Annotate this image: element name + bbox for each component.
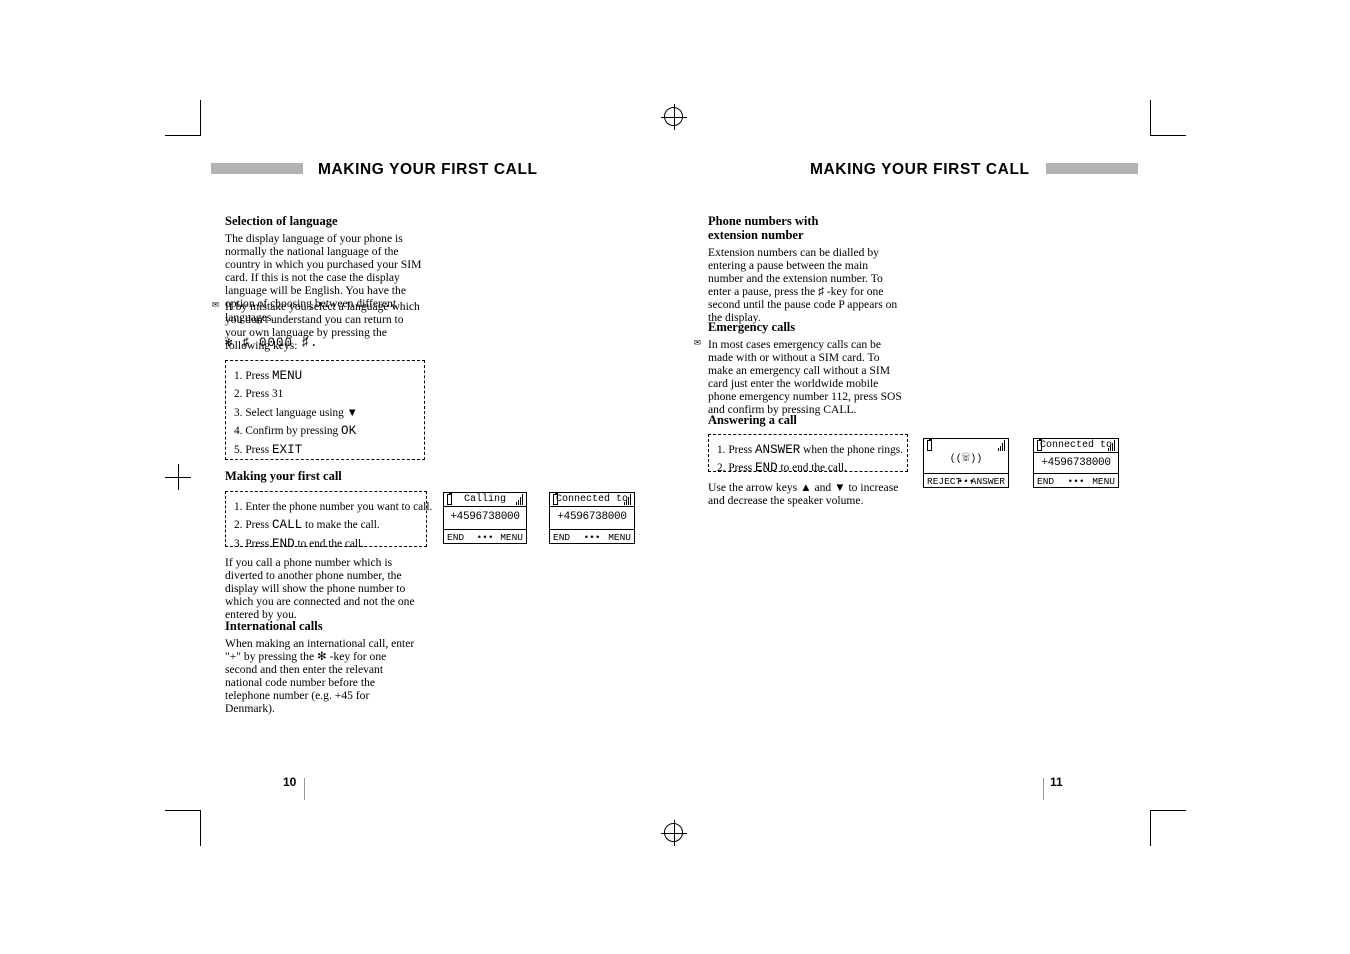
- display-status-line: Calling: [443, 492, 527, 507]
- heading-making-your-first-call: Making your first call: [225, 469, 342, 483]
- steps-box-language: 1. Press MENU 2. Press 31 3. Select lang…: [225, 360, 425, 460]
- softkey-center: •••: [1067, 476, 1085, 487]
- softkey-center: •••: [583, 532, 601, 543]
- steps-box-first-call: 1. Enter the phone number you want to ca…: [225, 491, 433, 551]
- right-header-bar: [1046, 163, 1138, 174]
- signal-icon: [998, 440, 1005, 451]
- key-sequence-language-reset: ✻ ♯ 0000 ♯.: [225, 336, 319, 350]
- phone-display-incoming-call: ((☏)) REJECT ••• ANSWER: [923, 438, 1009, 488]
- paragraph-diverted-call: If you call a phone number which is dive…: [225, 556, 415, 622]
- crop-mark: [1150, 135, 1186, 136]
- softkey-left: END: [1037, 476, 1055, 487]
- display-softkeys: END ••• MENU: [443, 529, 527, 544]
- display-status-line: Connected to: [549, 492, 635, 507]
- phone-display-connected-right: Connected to +4596738000 END ••• MENU: [1033, 438, 1119, 488]
- left-header-bar: [211, 163, 303, 174]
- display-status-line: Connected to: [1033, 438, 1119, 453]
- step-item: 3. Select language using ▼: [234, 406, 358, 419]
- step-item: 5. Press EXIT: [234, 442, 303, 457]
- display-number: +4596738000: [1041, 457, 1111, 469]
- right-page-header: MAKING YOUR FIRST CALL: [810, 161, 1030, 178]
- step-item: 1. Press ANSWER when the phone rings.: [717, 443, 903, 457]
- crop-mark: [200, 100, 201, 136]
- battery-icon: [553, 493, 558, 505]
- signal-icon: [624, 494, 631, 505]
- crop-mark: [1150, 810, 1186, 811]
- ringing-phone-icon: ((☏)): [949, 450, 983, 466]
- paragraph-emergency-calls: In most cases emergency calls can be mad…: [708, 338, 902, 417]
- display-softkeys: END ••• MENU: [549, 529, 635, 544]
- softkey-center: •••: [476, 532, 494, 543]
- step-item: 1. Press MENU: [234, 369, 303, 383]
- crop-mark: [178, 464, 179, 490]
- crop-mark: [1150, 100, 1151, 136]
- right-page-number: 11: [1050, 775, 1063, 789]
- step-item: 4. Confirm by pressing OK: [234, 424, 357, 439]
- softkey-left: END: [447, 532, 465, 543]
- phone-display-connected: Connected to +4596738000 END ••• MENU: [549, 492, 635, 544]
- manual-page-spread: MAKING YOUR FIRST CALL MAKING YOUR FIRST…: [0, 0, 1350, 954]
- gutter-line: [304, 778, 305, 800]
- heading-selection-of-language: Selection of language: [225, 214, 338, 228]
- left-page-header: MAKING YOUR FIRST CALL: [318, 161, 538, 178]
- registration-mark: [661, 820, 687, 846]
- softkey-right: MENU: [608, 532, 631, 543]
- paragraph-international-calls: When making an international call, enter…: [225, 637, 415, 716]
- heading-international-calls: International calls: [225, 619, 323, 633]
- signal-icon: [1108, 440, 1115, 451]
- heading-emergency-calls: Emergency calls: [708, 320, 796, 334]
- step-item: 2. Press CALL to make the call.: [234, 518, 380, 533]
- softkey-right: MENU: [1092, 476, 1115, 487]
- phone-display-calling: Calling +4596738000 END ••• MENU: [443, 492, 527, 544]
- display-number: +4596738000: [450, 511, 520, 523]
- registration-mark: [661, 104, 687, 130]
- paragraph-speaker-volume: Use the arrow keys ▲ and ▼ to increase a…: [708, 481, 899, 508]
- note-icon: ✉: [694, 337, 701, 349]
- battery-icon: [927, 439, 932, 451]
- step-item: 3. Press END to end the call.: [234, 536, 365, 551]
- crop-mark: [200, 810, 201, 846]
- crop-mark: [165, 135, 201, 136]
- battery-icon: [1037, 439, 1042, 451]
- display-softkeys: REJECT ••• ANSWER: [923, 473, 1009, 488]
- display-softkeys: END ••• MENU: [1033, 473, 1119, 488]
- softkey-answer: ANSWER: [970, 476, 1005, 487]
- steps-box-answering: 1. Press ANSWER when the phone rings. 2.…: [708, 434, 908, 475]
- paragraph-extension-numbers: Extension numbers can be dialled by ente…: [708, 246, 898, 325]
- display-number: +4596738000: [557, 511, 627, 523]
- step-item: 1. Enter the phone number you want to ca…: [234, 501, 433, 513]
- softkey-right: MENU: [500, 532, 523, 543]
- signal-icon: [516, 494, 523, 505]
- note-icon: ✉: [212, 299, 219, 311]
- gutter-line: [1043, 778, 1044, 800]
- crop-mark: [165, 810, 201, 811]
- step-item: 2. Press END to end the call.: [717, 461, 848, 476]
- battery-icon: [447, 493, 452, 505]
- crop-mark: [1150, 810, 1151, 846]
- softkey-left: END: [553, 532, 571, 543]
- heading-answering-a-call: Answering a call: [708, 413, 797, 427]
- left-page-number: 10: [283, 775, 297, 789]
- step-item: 2. Press 31: [234, 388, 284, 401]
- softkey-reject: REJECT: [927, 476, 962, 487]
- heading-phone-numbers-extension: Phone numbers with extension number: [708, 214, 819, 242]
